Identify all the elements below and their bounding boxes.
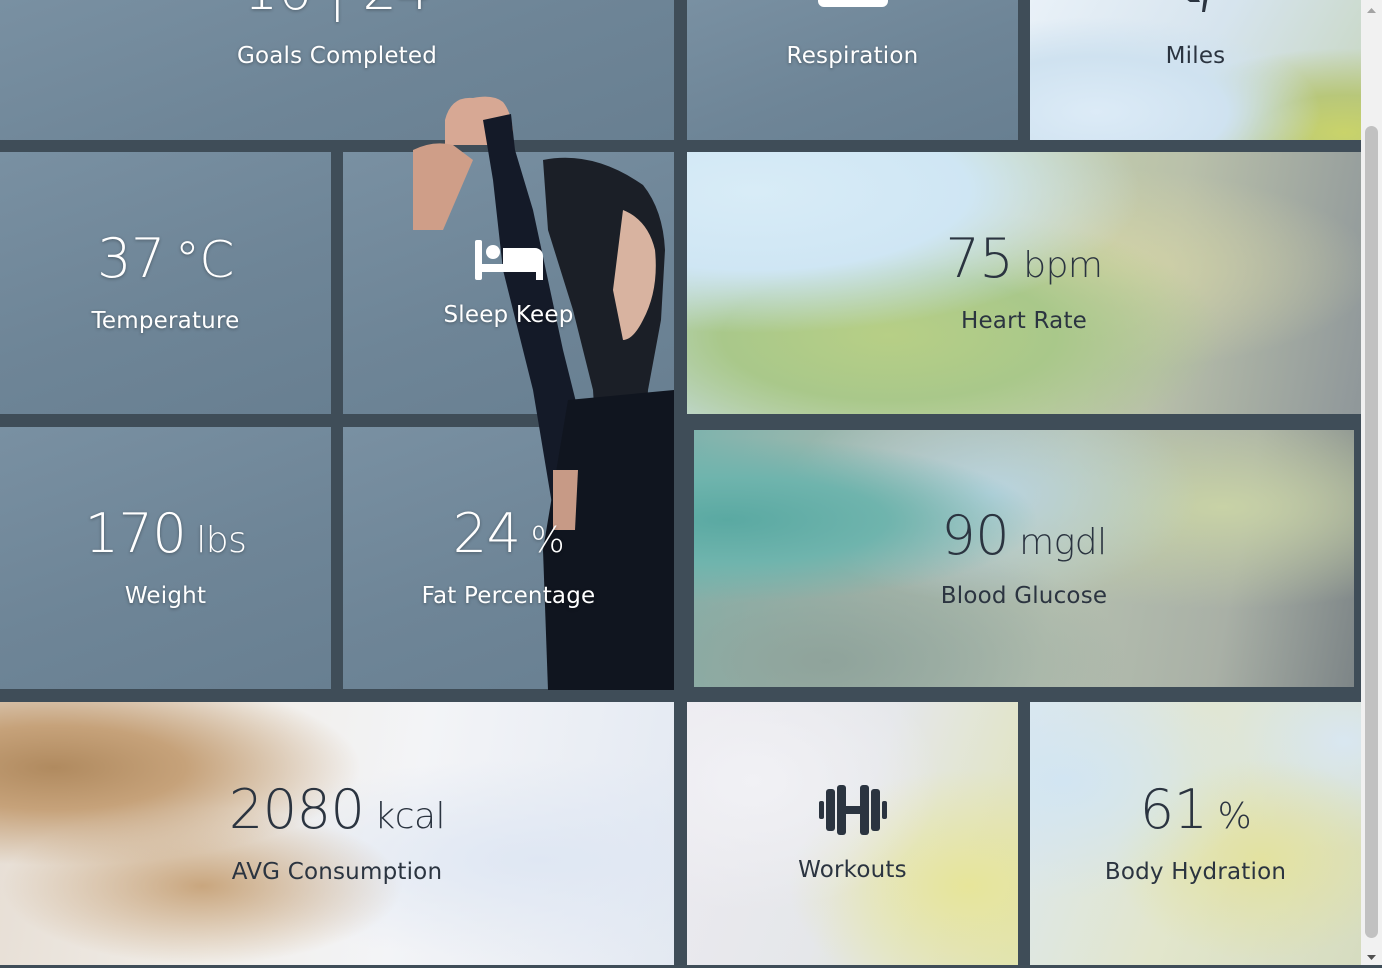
glucose-value: 90 mgdl — [941, 503, 1107, 567]
consumption-value: 2080 kcal — [228, 777, 446, 841]
lungs-icon — [818, 0, 888, 7]
tile-blood-glucose[interactable]: 90 mgdl Blood Glucose — [694, 430, 1354, 687]
scroll-down-icon[interactable] — [1361, 949, 1382, 961]
heart-rate-label: Heart Rate — [960, 308, 1088, 334]
tile-heart-rate[interactable]: 75 bpm Heart Rate — [687, 152, 1361, 414]
goals-label: Goals Completed — [236, 43, 438, 69]
vertical-scrollbar[interactable] — [1361, 0, 1382, 965]
tile-avg-consumption[interactable]: 2080 kcal AVG Consumption — [0, 702, 674, 965]
bed-icon — [473, 238, 545, 286]
sleep-label: Sleep Keep — [443, 302, 574, 328]
consumption-label: AVG Consumption — [231, 858, 443, 885]
tile-fat-percentage[interactable]: 24% Fat Percentage — [343, 427, 674, 689]
dumbbell-icon — [818, 784, 887, 839]
tile-workouts[interactable]: Workouts — [687, 702, 1018, 965]
tile-respiration[interactable]: Respiration — [687, 0, 1018, 140]
goals-value: 16 | 24 — [0, 0, 674, 18]
respiration-label: Respiration — [786, 43, 919, 69]
tile-weight[interactable]: 170 lbs Weight — [0, 427, 331, 689]
tile-goals-completed[interactable]: 16 | 24 Goals Completed — [0, 0, 674, 140]
scrollbar-thumb[interactable] — [1365, 126, 1378, 938]
fat-value: 24% — [452, 502, 565, 565]
tile-temperature[interactable]: 37 °C Temperature — [0, 152, 331, 414]
hydration-label: Body Hydration — [1104, 858, 1287, 885]
glucose-label: Blood Glucose — [940, 582, 1108, 609]
hydration-value: 61% — [1139, 777, 1252, 841]
fat-label: Fat Percentage — [421, 583, 596, 609]
workouts-label: Workouts — [798, 856, 907, 883]
tile-body-hydration[interactable]: 61% Body Hydration — [1030, 702, 1361, 965]
running-icon — [1176, 0, 1216, 22]
tile-sleep-keep[interactable]: Sleep Keep — [343, 152, 674, 414]
weight-label: Weight — [124, 583, 207, 609]
temperature-label: Temperature — [91, 308, 240, 334]
miles-label: Miles — [1165, 43, 1226, 69]
tile-miles[interactable]: Miles — [1030, 0, 1361, 140]
temperature-value: 37 °C — [97, 227, 234, 290]
scroll-up-icon[interactable] — [1361, 2, 1382, 14]
weight-value: 170 lbs — [84, 502, 247, 565]
heart-rate-value: 75 bpm — [945, 227, 1104, 290]
